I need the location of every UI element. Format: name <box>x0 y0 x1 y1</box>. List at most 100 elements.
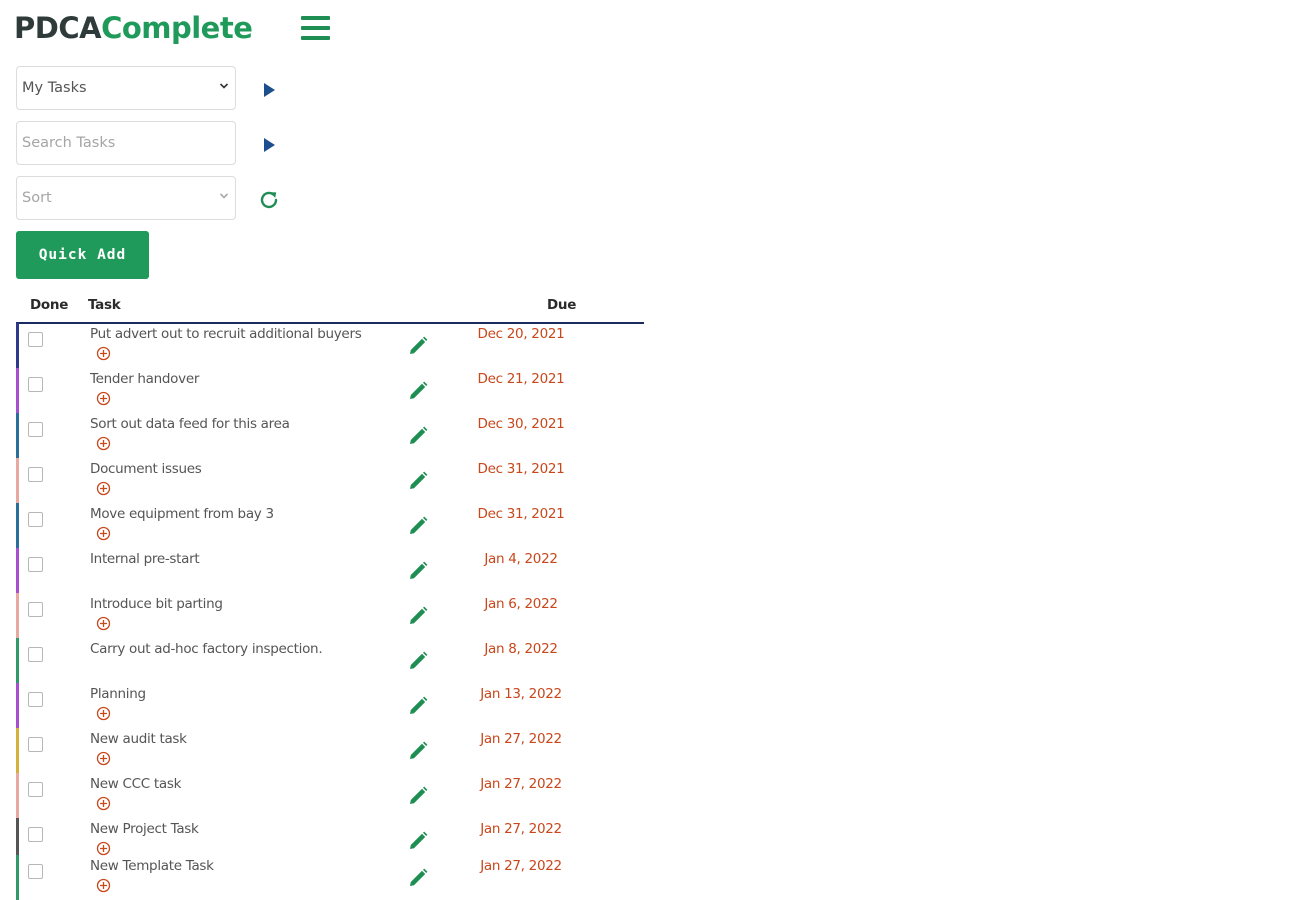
task-row: Tender handover Dec 21, 2021 <box>16 368 644 413</box>
view-select[interactable]: My Tasks <box>16 66 236 110</box>
edit-pencil-icon[interactable] <box>407 740 429 762</box>
header: PDCAComplete <box>14 8 253 48</box>
edit-pencil-icon[interactable] <box>407 515 429 537</box>
hamburger-menu-icon[interactable] <box>301 15 330 41</box>
task-due-date: Jan 8, 2022 <box>484 641 558 657</box>
done-checkbox[interactable] <box>28 692 43 707</box>
edit-pencil-icon[interactable] <box>407 785 429 807</box>
add-subtask-icon[interactable] <box>96 616 111 631</box>
edit-pencil-icon[interactable] <box>407 470 429 492</box>
column-header-task: Task <box>88 297 121 313</box>
task-row: Sort out data feed for this area Dec 30,… <box>16 413 644 458</box>
task-color-bar <box>16 548 19 593</box>
sort-select-value: Sort <box>22 190 52 206</box>
chevron-down-icon <box>219 83 229 89</box>
task-color-bar <box>16 458 19 503</box>
task-row: Carry out ad-hoc factory inspection. Jan… <box>16 638 644 683</box>
done-checkbox[interactable] <box>28 602 43 617</box>
task-color-bar <box>16 773 19 818</box>
task-title[interactable]: Document issues <box>90 461 202 477</box>
edit-pencil-icon[interactable] <box>407 650 429 672</box>
done-checkbox[interactable] <box>28 864 43 879</box>
search-input[interactable] <box>22 122 235 164</box>
refresh-icon[interactable] <box>258 189 280 211</box>
sort-select[interactable]: Sort <box>16 176 236 220</box>
task-due-date: Jan 27, 2022 <box>480 731 562 747</box>
done-checkbox[interactable] <box>28 827 43 842</box>
task-row: Move equipment from bay 3 Dec 31, 2021 <box>16 503 644 548</box>
task-title[interactable]: Tender handover <box>90 371 199 387</box>
play-icon[interactable] <box>262 82 276 98</box>
search-field[interactable] <box>16 121 236 165</box>
done-checkbox[interactable] <box>28 647 43 662</box>
task-title[interactable]: New Project Task <box>90 821 199 837</box>
task-row: New audit task Jan 27, 2022 <box>16 728 644 773</box>
edit-pencil-icon[interactable] <box>407 560 429 582</box>
task-title[interactable]: Move equipment from bay 3 <box>90 506 274 522</box>
task-title[interactable]: Planning <box>90 686 146 702</box>
edit-pencil-icon[interactable] <box>407 695 429 717</box>
done-checkbox[interactable] <box>28 512 43 527</box>
task-due-date: Dec 31, 2021 <box>477 461 565 477</box>
task-color-bar <box>16 323 19 368</box>
task-due-date: Dec 30, 2021 <box>477 416 565 432</box>
task-color-bar <box>16 683 19 728</box>
task-due-date: Jan 13, 2022 <box>480 686 562 702</box>
task-color-bar <box>16 413 19 458</box>
done-checkbox[interactable] <box>28 332 43 347</box>
task-row: Internal pre-start Jan 4, 2022 <box>16 548 644 593</box>
edit-pencil-icon[interactable] <box>407 605 429 627</box>
done-checkbox[interactable] <box>28 737 43 752</box>
add-subtask-icon[interactable] <box>96 878 111 893</box>
edit-pencil-icon[interactable] <box>407 380 429 402</box>
add-subtask-icon[interactable] <box>96 841 111 856</box>
edit-pencil-icon[interactable] <box>407 867 429 889</box>
done-checkbox[interactable] <box>28 377 43 392</box>
add-subtask-icon[interactable] <box>96 706 111 721</box>
task-row: Document issues Dec 31, 2021 <box>16 458 644 503</box>
add-subtask-icon[interactable] <box>96 526 111 541</box>
edit-pencil-icon[interactable] <box>407 830 429 852</box>
task-due-date: Jan 27, 2022 <box>480 858 562 874</box>
task-title[interactable]: New CCC task <box>90 776 181 792</box>
task-due-date: Jan 27, 2022 <box>480 776 562 792</box>
task-color-bar <box>16 368 19 413</box>
task-color-bar <box>16 638 19 683</box>
task-color-bar <box>16 855 19 900</box>
task-row: New Template Task Jan 27, 2022 <box>16 855 644 900</box>
task-color-bar <box>16 503 19 548</box>
add-subtask-icon[interactable] <box>96 751 111 766</box>
quick-add-button[interactable]: Quick Add <box>16 231 149 279</box>
task-title[interactable]: Introduce bit parting <box>90 596 223 612</box>
task-due-date: Dec 20, 2021 <box>477 326 565 342</box>
done-checkbox[interactable] <box>28 422 43 437</box>
chevron-down-icon <box>219 193 229 199</box>
column-header-due: Due <box>547 297 577 313</box>
app-logo[interactable]: PDCAComplete <box>14 9 253 47</box>
add-subtask-icon[interactable] <box>96 481 111 496</box>
task-due-date: Jan 4, 2022 <box>484 551 558 567</box>
logo-part-complete: Complete <box>101 11 253 45</box>
column-header-done: Done <box>30 297 69 313</box>
task-due-date: Jan 27, 2022 <box>480 821 562 837</box>
task-title[interactable]: New Template Task <box>90 858 214 874</box>
task-color-bar <box>16 593 19 638</box>
add-subtask-icon[interactable] <box>96 436 111 451</box>
search-go-icon[interactable] <box>262 137 276 153</box>
view-select-value: My Tasks <box>22 80 87 96</box>
edit-pencil-icon[interactable] <box>407 335 429 357</box>
add-subtask-icon[interactable] <box>96 346 111 361</box>
add-subtask-icon[interactable] <box>96 796 111 811</box>
task-title[interactable]: Put advert out to recruit additional buy… <box>90 326 362 342</box>
task-title[interactable]: Internal pre-start <box>90 551 200 567</box>
task-title[interactable]: New audit task <box>90 731 187 747</box>
done-checkbox[interactable] <box>28 467 43 482</box>
task-due-date: Dec 31, 2021 <box>477 506 565 522</box>
done-checkbox[interactable] <box>28 557 43 572</box>
task-title[interactable]: Sort out data feed for this area <box>90 416 290 432</box>
done-checkbox[interactable] <box>28 782 43 797</box>
add-subtask-icon[interactable] <box>96 391 111 406</box>
task-row: Put advert out to recruit additional buy… <box>16 323 644 368</box>
task-title[interactable]: Carry out ad-hoc factory inspection. <box>90 641 323 657</box>
edit-pencil-icon[interactable] <box>407 425 429 447</box>
